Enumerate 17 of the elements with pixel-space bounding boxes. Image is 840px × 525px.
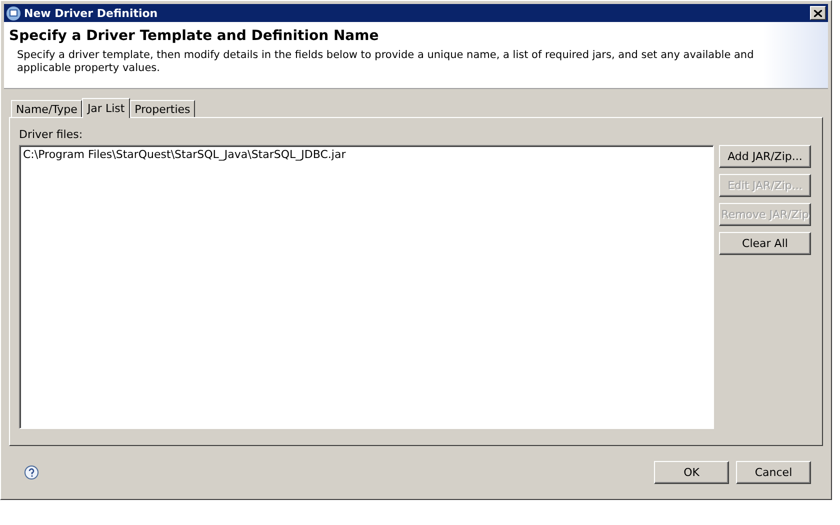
app-icon	[6, 6, 21, 20]
dialog-button[interactable]: OK	[654, 461, 729, 484]
tab[interactable]: Name/Type	[11, 100, 82, 117]
driver-files-label: Driver files:	[19, 128, 84, 141]
list-item[interactable]: C:\Program Files\StarQuest\StarSQL_Java\StarSQL_JDBC.jar	[23, 148, 710, 161]
jar-button[interactable]: Clear All	[719, 232, 811, 255]
close-icon	[814, 10, 822, 16]
page-description: Specify a driver template, then modify details in the fields below to provide a unique name, a list of required jars, and set any available and applicable property values.	[16, 49, 755, 75]
close-button[interactable]	[810, 6, 826, 20]
jar-button[interactable]: Add JAR/Zip...	[719, 145, 811, 168]
page-title: Specify a Driver Template and Definition Name	[9, 28, 380, 44]
dialog-button[interactable]: Cancel	[736, 461, 811, 484]
tab[interactable]: Properties	[130, 100, 196, 117]
window-title: New Driver Definition	[24, 6, 159, 20]
driver-files-list[interactable]: C:\Program Files\StarQuest\StarSQL_Java\StarSQL_JDBC.jar	[19, 145, 714, 429]
help-icon[interactable]	[24, 465, 39, 480]
tab[interactable]: Jar List	[82, 98, 130, 118]
